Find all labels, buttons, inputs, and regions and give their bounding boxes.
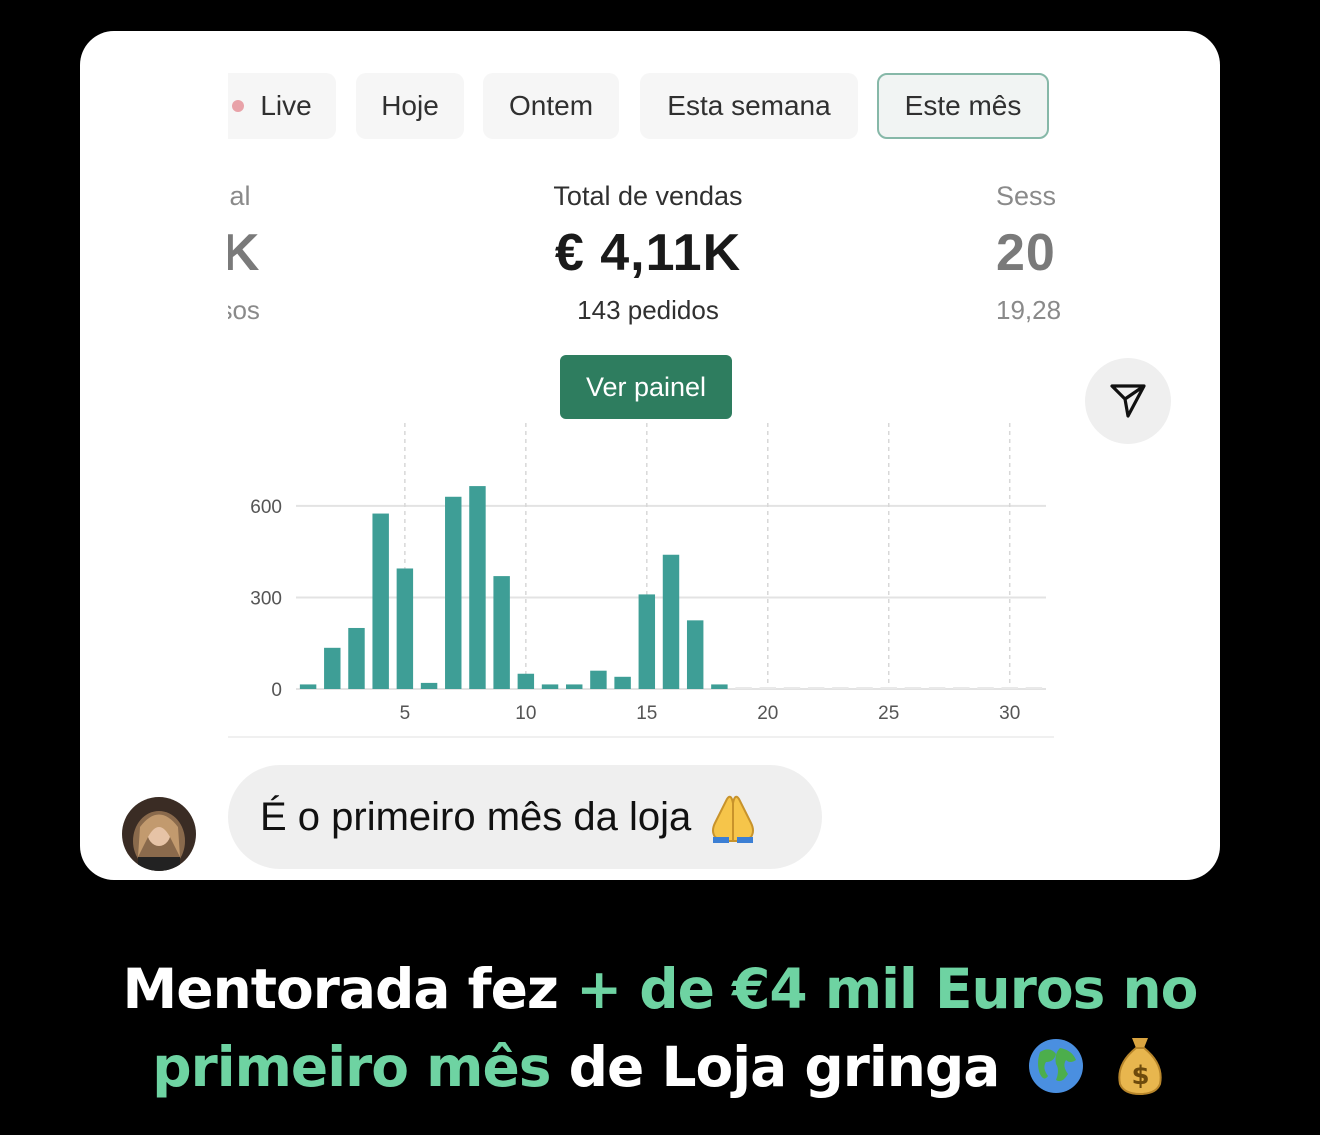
caption-line-1: Mentorada fez + de €4 mil Euros no — [0, 950, 1320, 1028]
sales-bar-chart: 0 300 600 5 10 15 20 25 30 — [250, 423, 1046, 724]
bar — [880, 687, 897, 689]
globe-emoji — [1026, 1036, 1086, 1116]
bar — [493, 576, 510, 689]
metric-value: 20 — [996, 224, 1056, 282]
instagram-reply-card: Live Hoje Ontem Esta semana Este mês irt… — [80, 31, 1220, 880]
tab-label: Live — [260, 90, 312, 121]
tab-label: Esta semana — [667, 90, 831, 121]
caption-highlight-text: + de €4 mil Euros no — [576, 957, 1198, 1021]
x-tick-label: 30 — [999, 703, 1020, 724]
x-tick-label: 10 — [515, 703, 536, 724]
view-dashboard-button[interactable]: Ver painel — [560, 355, 732, 419]
y-tick-label: 300 — [250, 588, 282, 609]
live-dot-icon — [232, 100, 245, 112]
bar — [348, 627, 365, 689]
prayer-hands-emoji — [705, 789, 761, 845]
caption-line-2: primeiro mês de Loja gringa $ — [0, 1028, 1320, 1116]
bar — [638, 594, 656, 689]
message-text: É o primeiro mês da loja — [260, 794, 692, 839]
metric-value: € 4,11K — [554, 224, 742, 282]
caption-highlight-text: primeiro mês — [152, 1035, 551, 1099]
promo-caption: Mentorada fez + de €4 mil Euros no prime… — [0, 950, 1320, 1116]
bar — [445, 496, 462, 689]
bar — [541, 684, 559, 689]
bar — [614, 676, 631, 689]
metric-subtext: essos — [228, 295, 260, 325]
bar — [856, 687, 873, 689]
metric-card-sessions[interactable]: Sess 20 19,28 — [996, 171, 1068, 335]
bar — [1001, 687, 1018, 689]
metric-subtext: 143 pedidos — [577, 295, 719, 325]
caption-white-text: Mentorada fez — [122, 957, 559, 1021]
bar — [711, 684, 728, 689]
bar — [686, 620, 704, 689]
metric-card-total-sales[interactable]: Total de vendas € 4,11K 143 pedidos — [448, 171, 848, 335]
tab-label: Este mês — [904, 90, 1022, 121]
x-tick-label: 20 — [757, 703, 778, 724]
bar — [759, 687, 776, 689]
bar — [807, 687, 825, 689]
bar — [469, 486, 486, 689]
bar — [396, 568, 414, 689]
send-icon — [1110, 384, 1146, 418]
bar — [324, 647, 341, 689]
divider — [228, 736, 1054, 738]
x-tick-label: 25 — [878, 703, 899, 724]
metrics-carousel: irtual 9K essos Total de vendas € 4,11K … — [228, 171, 1068, 341]
metric-label: Sess — [996, 181, 1057, 211]
x-tick-label: 5 — [400, 703, 411, 724]
date-range-tabs: Live Hoje Ontem Esta semana Este mês — [228, 73, 1058, 141]
metric-value: 9K — [228, 224, 261, 282]
money-bag-emoji: $ — [1112, 1034, 1168, 1116]
bar — [420, 682, 438, 689]
tab-label: Hoje — [381, 90, 439, 121]
bar — [590, 670, 607, 689]
bar — [953, 687, 970, 689]
bar — [566, 684, 583, 689]
tab-esta-semana[interactable]: Esta semana — [640, 73, 858, 139]
metric-label: irtual — [228, 181, 251, 211]
y-tick-label: 600 — [250, 497, 282, 518]
message-bubble[interactable]: É o primeiro mês da loja — [228, 765, 822, 869]
avatar[interactable] — [122, 797, 196, 871]
caption-white-text: de Loja gringa — [568, 1035, 1001, 1099]
share-button[interactable] — [1085, 358, 1171, 444]
svg-text:$: $ — [1131, 1061, 1148, 1091]
metric-card-visits[interactable]: irtual 9K essos — [228, 171, 352, 335]
metric-subtext: 19,28 — [996, 295, 1062, 325]
bar — [977, 687, 994, 689]
bar — [662, 554, 680, 689]
bar — [517, 673, 535, 689]
bar — [832, 687, 849, 689]
metric-label: Total de vendas — [553, 181, 743, 211]
tab-este-mes[interactable]: Este mês — [877, 73, 1049, 139]
bar — [372, 513, 389, 689]
tab-hoje[interactable]: Hoje — [356, 73, 464, 139]
tab-ontem[interactable]: Ontem — [483, 73, 619, 139]
bar — [928, 687, 946, 689]
tab-live[interactable]: Live — [228, 73, 336, 139]
bar — [783, 687, 801, 689]
bar — [1025, 687, 1043, 689]
y-tick-label: 0 — [271, 680, 282, 701]
x-tick-label: 15 — [636, 703, 657, 724]
bar — [904, 687, 922, 689]
tab-label: Ontem — [508, 90, 594, 121]
bar — [735, 687, 752, 689]
bar — [299, 684, 317, 689]
